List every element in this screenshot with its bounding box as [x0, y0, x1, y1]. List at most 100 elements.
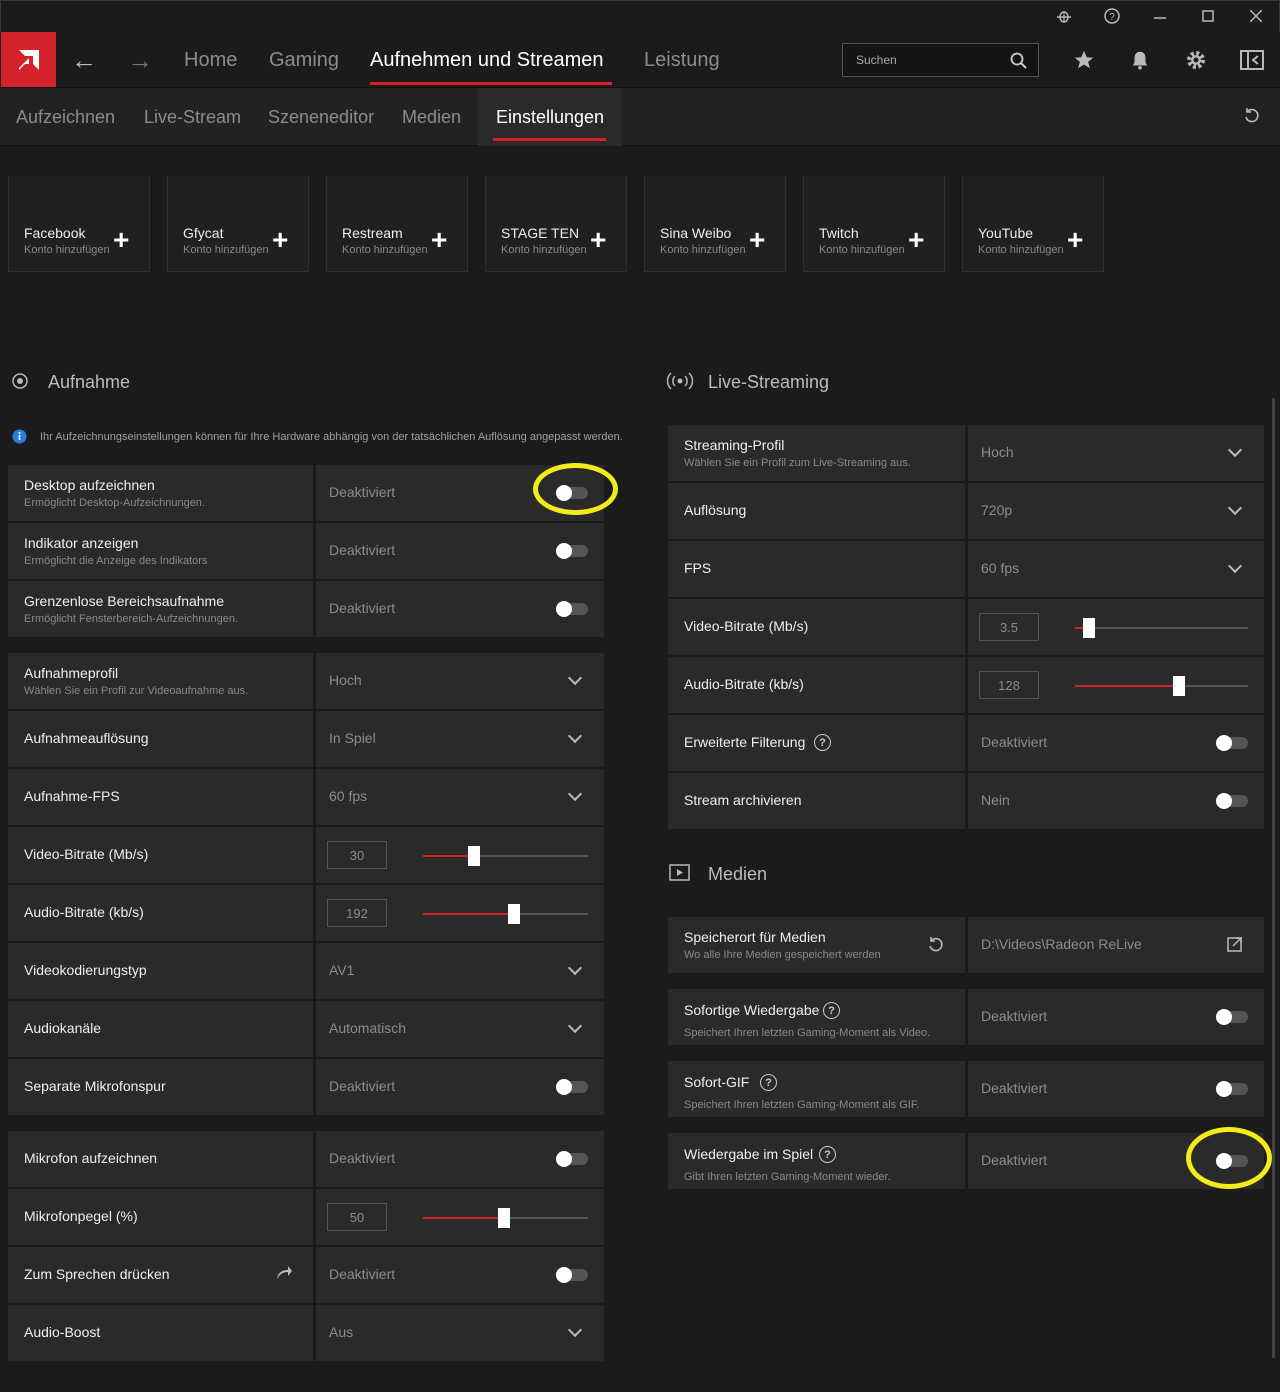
toggle-switch[interactable] — [1216, 735, 1248, 751]
value-input[interactable]: 50 — [327, 1203, 387, 1231]
setting-value[interactable]: Hoch — [981, 444, 1210, 460]
toggle-switch[interactable] — [1216, 793, 1248, 809]
value-input[interactable]: 30 — [327, 841, 387, 869]
sidebar-toggle-icon[interactable] — [1224, 32, 1280, 88]
slider-thumb[interactable] — [1172, 676, 1185, 696]
amd-logo[interactable] — [1, 32, 56, 87]
minimize-icon[interactable] — [1140, 0, 1180, 32]
subtab-szeneneditor[interactable]: Szeneneditor — [268, 88, 374, 146]
account-card-facebook[interactable]: Facebook Konto hinzufügen + — [8, 176, 150, 272]
row-divider — [965, 773, 968, 829]
slider-track[interactable] — [1075, 676, 1248, 696]
scrollbar[interactable] — [1272, 398, 1275, 1358]
slider-thumb[interactable] — [497, 1208, 510, 1228]
search-input[interactable]: Suchen — [842, 43, 1039, 77]
toggle-switch[interactable] — [556, 1267, 588, 1283]
maximize-icon[interactable] — [1188, 0, 1228, 32]
toggle-switch[interactable] — [556, 1151, 588, 1167]
notifications-bell-icon[interactable] — [1112, 32, 1168, 88]
add-account-plus-icon[interactable]: + — [749, 226, 765, 254]
account-card-gfycat[interactable]: Gfycat Konto hinzufügen + — [167, 176, 309, 272]
chevron-down-icon[interactable] — [1227, 442, 1243, 458]
setting-value: Deaktiviert — [329, 484, 396, 500]
value-input[interactable]: 3.5 — [979, 613, 1039, 641]
chevron-down-icon[interactable] — [1227, 500, 1243, 516]
chevron-down-icon[interactable] — [1227, 558, 1243, 574]
reset-icon[interactable] — [1236, 100, 1268, 132]
account-card-sina-weibo[interactable]: Sina Weibo Konto hinzufügen + — [644, 176, 786, 272]
add-account-plus-icon[interactable]: + — [272, 226, 288, 254]
settings-gear-icon[interactable] — [1168, 32, 1224, 88]
share-arrow-icon[interactable] — [275, 1265, 293, 1286]
toggle-switch[interactable] — [556, 601, 588, 617]
help-icon[interactable]: ? — [1092, 0, 1132, 32]
chevron-down-icon[interactable] — [567, 1322, 583, 1338]
tab-gaming[interactable]: Gaming — [269, 32, 339, 88]
setting-value: Deaktiviert — [329, 600, 396, 616]
help-question-icon[interactable]: ? — [819, 1146, 836, 1163]
close-icon[interactable] — [1236, 0, 1276, 32]
add-account-plus-icon[interactable]: + — [113, 226, 129, 254]
slider-track[interactable] — [423, 1208, 588, 1228]
setting-description: Ermöglicht Fensterbereich-Aufzeichnungen… — [24, 613, 239, 625]
setting-value[interactable]: 60 fps — [981, 560, 1210, 576]
folder-browse-icon[interactable] — [1226, 935, 1244, 958]
slider-track[interactable] — [423, 904, 588, 924]
slider-thumb[interactable] — [468, 846, 481, 866]
account-card-youtube[interactable]: YouTube Konto hinzufügen + — [962, 176, 1104, 272]
subtab-live-stream[interactable]: Live-Stream — [144, 88, 241, 146]
chevron-down-icon[interactable] — [567, 728, 583, 744]
setting-value[interactable]: Aus — [329, 1324, 550, 1340]
toggle-switch[interactable] — [556, 1079, 588, 1095]
slider-track[interactable] — [1075, 618, 1248, 638]
setting-row-mikrofonpegel: Mikrofonpegel (%) 50 — [8, 1189, 604, 1245]
toggle-switch[interactable] — [556, 543, 588, 559]
chevron-down-icon[interactable] — [567, 786, 583, 802]
toggle-switch[interactable] — [1216, 1009, 1248, 1025]
account-card-stage-ten[interactable]: STAGE TEN Konto hinzufügen + — [485, 176, 627, 272]
setting-label: Erweiterte Filterung — [684, 734, 806, 750]
help-question-icon[interactable]: ? — [814, 734, 831, 751]
setting-value: Nein — [981, 792, 1010, 808]
add-account-plus-icon[interactable]: + — [431, 226, 447, 254]
setting-value[interactable]: In Spiel — [329, 730, 550, 746]
reset-location-icon[interactable] — [927, 935, 945, 958]
bug-report-icon[interactable] — [1044, 0, 1084, 32]
setting-value[interactable]: AV1 — [329, 962, 550, 978]
toggle-switch[interactable] — [1216, 1081, 1248, 1097]
setting-value[interactable]: Hoch — [329, 672, 550, 688]
setting-value[interactable]: 60 fps — [329, 788, 550, 804]
chevron-down-icon[interactable] — [567, 670, 583, 686]
back-arrow-icon[interactable]: ← — [56, 32, 112, 88]
account-card-twitch[interactable]: Twitch Konto hinzufügen + — [803, 176, 945, 272]
slider-thumb[interactable] — [507, 904, 520, 924]
tab-home[interactable]: Home — [184, 32, 237, 88]
slider-thumb[interactable] — [1082, 618, 1095, 638]
chevron-down-icon[interactable] — [567, 960, 583, 976]
help-question-icon[interactable]: ? — [823, 1002, 840, 1019]
help-question-icon[interactable]: ? — [760, 1074, 777, 1091]
setting-value[interactable]: Automatisch — [329, 1020, 550, 1036]
slider-track[interactable] — [423, 846, 588, 866]
favorites-star-icon[interactable] — [1056, 32, 1112, 88]
forward-arrow-icon[interactable]: → — [112, 32, 168, 88]
setting-value: Deaktiviert — [329, 1150, 396, 1166]
subtab-aufzeichnen[interactable]: Aufzeichnen — [16, 88, 115, 146]
setting-description: Wählen Sie ein Profil zum Live-Streaming… — [684, 457, 911, 469]
tab-leistung[interactable]: Leistung — [644, 32, 720, 88]
value-input[interactable]: 128 — [979, 671, 1039, 699]
account-card-restream[interactable]: Restream Konto hinzufügen + — [326, 176, 468, 272]
subtab-medien[interactable]: Medien — [402, 88, 461, 146]
setting-row-separate-mikrofonspur: Separate Mikrofonspur Deaktiviert — [8, 1059, 604, 1115]
setting-value[interactable]: 720p — [981, 502, 1210, 518]
account-name: STAGE TEN — [501, 225, 580, 241]
setting-description: Ermöglicht Desktop-Aufzeichnungen. — [24, 497, 205, 509]
add-account-plus-icon[interactable]: + — [590, 226, 606, 254]
tab-aufnehmen-und-streamen[interactable]: Aufnehmen und Streamen — [370, 32, 604, 88]
account-name: Sina Weibo — [660, 225, 732, 241]
value-input[interactable]: 192 — [327, 899, 387, 927]
chevron-down-icon[interactable] — [567, 1018, 583, 1034]
add-account-plus-icon[interactable]: + — [1067, 226, 1083, 254]
add-account-plus-icon[interactable]: + — [908, 226, 924, 254]
setting-description: Speichert Ihren letzten Gaming-Moment al… — [684, 1099, 920, 1111]
